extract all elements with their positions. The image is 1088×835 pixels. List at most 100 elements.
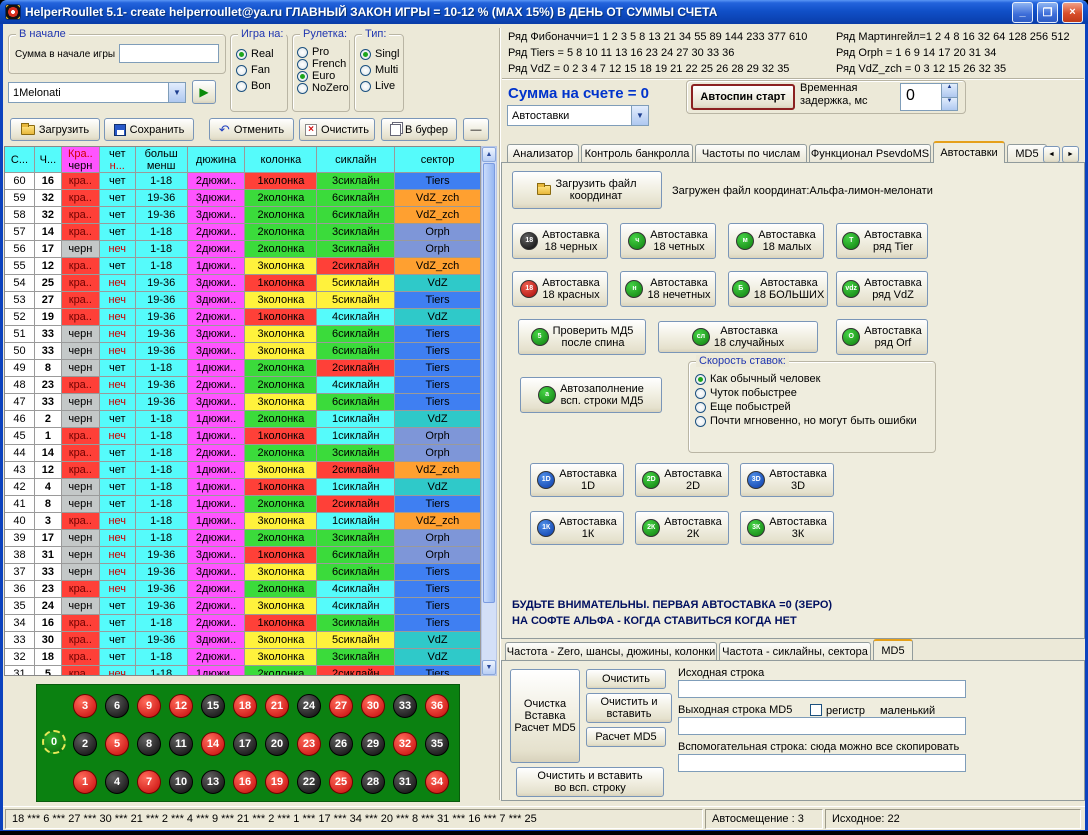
tab-scroll-left-button[interactable]: ◄ bbox=[1043, 146, 1060, 163]
roulette-number-21[interactable]: 21 bbox=[265, 694, 289, 718]
tab-scroll-right-button[interactable]: ► bbox=[1062, 146, 1079, 163]
main-tab-1[interactable]: Контроль банкролла bbox=[581, 144, 693, 163]
bottom-tab-1[interactable]: Частота - сиклайны, сектора bbox=[719, 642, 871, 660]
radio-icon[interactable] bbox=[297, 83, 308, 94]
radio-option[interactable]: Pro bbox=[293, 46, 349, 58]
autobet-button-11[interactable]: аАвтозаполнение всп. строки МД5 bbox=[520, 377, 662, 413]
autobet-button-8[interactable]: 5Проверить МД5 после спина bbox=[518, 319, 646, 355]
roulette-number-14[interactable]: 14 bbox=[201, 732, 225, 756]
autobet-button-14[interactable]: 3DАвтоставка 3D bbox=[740, 463, 834, 497]
roulette-number-20[interactable]: 20 bbox=[265, 732, 289, 756]
autobet-button-17[interactable]: 3КАвтоставка 3К bbox=[740, 511, 834, 545]
radio-option[interactable]: Euro bbox=[293, 70, 349, 82]
autobet-button-12[interactable]: 1DАвтоставка 1D bbox=[530, 463, 624, 497]
toolbar-undo-button[interactable]: ↶Отменить bbox=[209, 118, 294, 141]
toolbar-copy-button[interactable]: В буфер bbox=[381, 118, 457, 141]
minimize-button[interactable]: _ bbox=[1012, 2, 1033, 23]
roulette-number-34[interactable]: 34 bbox=[425, 770, 449, 794]
roulette-number-15[interactable]: 15 bbox=[201, 694, 225, 718]
load-coordinates-button[interactable]: Загрузить файл координат bbox=[512, 171, 662, 209]
roulette-number-13[interactable]: 13 bbox=[201, 770, 225, 794]
radio-icon[interactable] bbox=[297, 47, 308, 58]
autobet-button-6[interactable]: БАвтоставка 18 БОЛЬШИХ bbox=[728, 271, 828, 307]
radio-option[interactable]: Fan bbox=[231, 62, 287, 78]
autobet-button-1[interactable]: чАвтоставка 18 четных bbox=[620, 223, 716, 259]
roulette-number-26[interactable]: 26 bbox=[329, 732, 353, 756]
autobet-button-15[interactable]: 1КАвтоставка 1К bbox=[530, 511, 624, 545]
speed-radio-option[interactable]: Еще побыстрей bbox=[689, 400, 935, 414]
delay-spinner[interactable]: 0 ▲ ▼ bbox=[900, 83, 958, 111]
maximize-button[interactable]: ❐ bbox=[1037, 2, 1058, 23]
register-checkbox[interactable] bbox=[810, 704, 822, 716]
speed-radio-option[interactable]: Почти мгновенно, но могут быть ошибки bbox=[689, 414, 935, 428]
chevron-down-icon[interactable]: ▼ bbox=[631, 106, 648, 125]
spin-up-icon[interactable]: ▲ bbox=[942, 84, 957, 98]
roulette-number-12[interactable]: 12 bbox=[169, 694, 193, 718]
roulette-number-32[interactable]: 32 bbox=[393, 732, 417, 756]
main-tab-4[interactable]: Автоставки bbox=[933, 141, 1005, 163]
radio-icon[interactable] bbox=[695, 402, 706, 413]
md5-source-input[interactable] bbox=[678, 680, 966, 698]
autobet-button-16[interactable]: 2КАвтоставка 2К bbox=[635, 511, 729, 545]
toolbar-folder-button[interactable]: Загрузить bbox=[10, 118, 100, 141]
main-tab-0[interactable]: Анализатор bbox=[507, 144, 579, 163]
roulette-number-10[interactable]: 10 bbox=[169, 770, 193, 794]
roulette-number-9[interactable]: 9 bbox=[137, 694, 161, 718]
scroll-down-button[interactable]: ▼ bbox=[482, 660, 496, 675]
radio-option[interactable]: NoZero bbox=[293, 82, 349, 94]
scroll-thumb[interactable] bbox=[483, 163, 495, 603]
bottom-tab-0[interactable]: Частота - Zero, шансы, дюжины, колонки bbox=[505, 642, 717, 660]
md5-output-input[interactable] bbox=[678, 717, 966, 735]
autospin-start-button[interactable]: Автоспин старт bbox=[691, 84, 795, 110]
roulette-number-4[interactable]: 4 bbox=[105, 770, 129, 794]
radio-option[interactable]: Singl bbox=[355, 46, 403, 62]
roulette-number-33[interactable]: 33 bbox=[393, 694, 417, 718]
autobet-button-3[interactable]: TАвтоставка ряд Tier bbox=[836, 223, 928, 259]
radio-selected-icon[interactable] bbox=[236, 49, 247, 60]
play-button[interactable]: ▶ bbox=[192, 80, 216, 104]
radio-option[interactable]: Bon bbox=[231, 78, 287, 94]
radio-selected-icon[interactable] bbox=[695, 374, 706, 385]
radio-icon[interactable] bbox=[236, 65, 247, 76]
main-tab-2[interactable]: Частоты по числам bbox=[695, 144, 807, 163]
roulette-number-16[interactable]: 16 bbox=[233, 770, 257, 794]
roulette-number-7[interactable]: 7 bbox=[137, 770, 161, 794]
radio-option[interactable]: Real bbox=[231, 46, 287, 62]
radio-icon[interactable] bbox=[695, 388, 706, 399]
roulette-number-11[interactable]: 11 bbox=[169, 732, 193, 756]
roulette-number-6[interactable]: 6 bbox=[105, 694, 129, 718]
md5-clear-paste-button[interactable]: Очистить и вставить bbox=[586, 693, 672, 723]
autobet-button-2[interactable]: мАвтоставка 18 малых bbox=[728, 223, 824, 259]
roulette-number-17[interactable]: 17 bbox=[233, 732, 257, 756]
roulette-number-8[interactable]: 8 bbox=[137, 732, 161, 756]
roulette-number-28[interactable]: 28 bbox=[361, 770, 385, 794]
start-sum-input[interactable] bbox=[119, 44, 219, 63]
radio-icon[interactable] bbox=[297, 59, 308, 70]
roulette-number-35[interactable]: 35 bbox=[425, 732, 449, 756]
roulette-number-29[interactable]: 29 bbox=[361, 732, 385, 756]
roulette-number-27[interactable]: 27 bbox=[329, 694, 353, 718]
table-scrollbar[interactable]: ▲ ▼ bbox=[481, 146, 497, 676]
radio-option[interactable]: Multi bbox=[355, 62, 403, 78]
main-tab-5[interactable]: MD5 bbox=[1007, 144, 1047, 163]
spin-down-icon[interactable]: ▼ bbox=[942, 98, 957, 111]
radio-icon[interactable] bbox=[695, 416, 706, 427]
radio-icon[interactable] bbox=[360, 81, 371, 92]
radio-selected-icon[interactable] bbox=[297, 71, 308, 82]
roulette-number-3[interactable]: 3 bbox=[73, 694, 97, 718]
roulette-number-31[interactable]: 31 bbox=[393, 770, 417, 794]
toolbar-clear-button[interactable]: ×Очистить bbox=[299, 118, 375, 141]
radio-icon[interactable] bbox=[236, 81, 247, 92]
roulette-number-19[interactable]: 19 bbox=[265, 770, 289, 794]
md5-clear-button[interactable]: Очистить bbox=[586, 669, 666, 689]
autobet-button-0[interactable]: 18Автоставка 18 черных bbox=[512, 223, 608, 259]
bottom-tab-2[interactable]: MD5 bbox=[873, 639, 913, 660]
close-button[interactable]: × bbox=[1062, 2, 1083, 23]
scroll-up-button[interactable]: ▲ bbox=[482, 147, 496, 162]
roulette-number-30[interactable]: 30 bbox=[361, 694, 385, 718]
radio-icon[interactable] bbox=[360, 65, 371, 76]
toolbar-save-button[interactable]: Сохранить bbox=[104, 118, 194, 141]
roulette-number-18[interactable]: 18 bbox=[233, 694, 257, 718]
autobet-button-4[interactable]: 18Автоставка 18 красных bbox=[512, 271, 608, 307]
md5-calc-button[interactable]: Расчет MD5 bbox=[586, 727, 666, 747]
